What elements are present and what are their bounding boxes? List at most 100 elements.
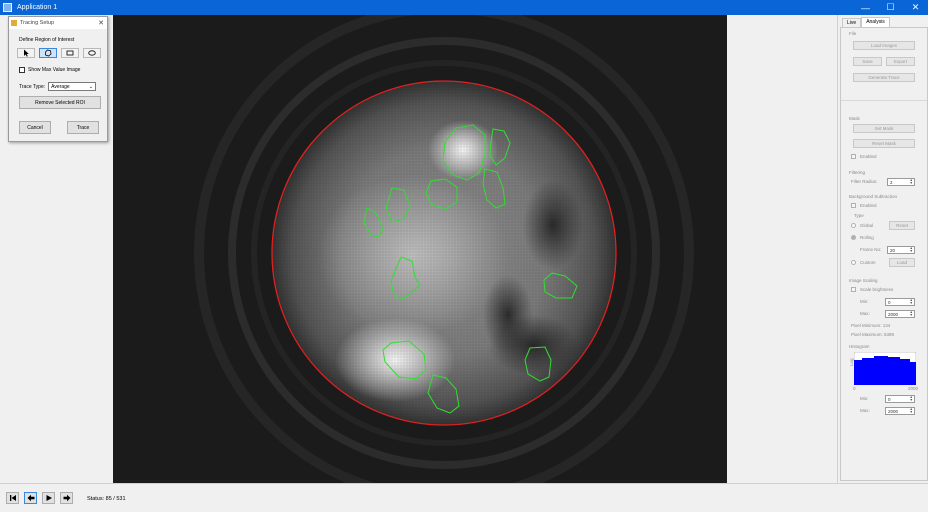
load-images-button[interactable]: Load Images: [853, 41, 915, 50]
histogram-x-min: 0: [853, 386, 856, 391]
save-button[interactable]: Save: [853, 57, 882, 66]
app-icon: [3, 3, 12, 12]
polygon-icon: [45, 49, 52, 57]
scaling-max-stepper[interactable]: 2000 ▲ ▼: [885, 310, 915, 318]
panel-tabs: Live Analysis: [842, 17, 890, 27]
rolling-radio[interactable]: [851, 235, 856, 240]
background-reset-button[interactable]: Reset: [889, 221, 915, 230]
window-title: Application 1: [17, 4, 58, 11]
ellipse-tool-button[interactable]: [83, 48, 101, 58]
frame-no-label: Frame No:: [860, 247, 882, 252]
histogram-group-label: Histogram: [849, 344, 870, 349]
histogram-max-value: 2000: [888, 408, 899, 414]
cursor-icon: [24, 49, 29, 57]
global-radio[interactable]: [851, 223, 856, 228]
playback-bar: Status: 85 / 531: [0, 483, 928, 512]
define-roi-label: Define Region of Interest: [19, 37, 75, 43]
histogram-min-stepper[interactable]: 0 ▲ ▼: [885, 395, 915, 403]
frame-no-value: 20: [890, 247, 896, 253]
generate-trace-button[interactable]: Generate Trace: [853, 73, 915, 82]
global-label: Global: [860, 223, 874, 228]
spinner-arrows-icon[interactable]: ▲ ▼: [910, 310, 913, 317]
mask-enabled-label: Enabled: [860, 154, 877, 159]
polygon-tool-button[interactable]: [39, 48, 57, 58]
trace-type-select[interactable]: Average ⌄: [48, 82, 97, 91]
trace-type-row: Trace Type: Average ⌄: [19, 82, 97, 91]
histogram-max-label: Max:: [860, 408, 870, 413]
image-viewer[interactable]: [113, 15, 727, 483]
play-icon: [46, 495, 52, 501]
spinner-arrows-icon[interactable]: ▲ ▼: [910, 246, 913, 253]
scaling-max-label: Max:: [860, 311, 870, 316]
background-load-button[interactable]: Load: [889, 258, 915, 267]
scaling-min-stepper[interactable]: 0 ▲ ▼: [885, 298, 915, 306]
background-enabled-checkbox[interactable]: [851, 203, 856, 208]
pixel-maximum-readout: Pixel Maximum: 5389: [851, 332, 895, 337]
title-bar: Application 1 — ☐ ✕: [0, 0, 928, 15]
analysis-panel: Live Analysis File Load Images Save Expo…: [837, 15, 928, 483]
rectangle-icon: [66, 50, 74, 56]
play-button[interactable]: [42, 492, 55, 504]
reset-mask-button[interactable]: Reset Mask: [853, 139, 915, 148]
spinner-arrows-icon[interactable]: ▲ ▼: [910, 298, 913, 305]
previous-frame-button[interactable]: [24, 492, 37, 504]
custom-label: Custom: [860, 260, 876, 265]
export-button[interactable]: Export: [886, 57, 915, 66]
maximize-button[interactable]: ☐: [878, 0, 903, 15]
dialog-icon: [11, 20, 17, 26]
scaling-max-value: 2000: [888, 311, 899, 317]
frame-no-stepper[interactable]: 20 ▲ ▼: [887, 246, 915, 254]
dialog-title-bar[interactable]: Tracing Setup ✕: [9, 17, 107, 29]
spinner-arrows-icon[interactable]: ▲ ▼: [910, 395, 913, 402]
rolling-label: Rolling: [860, 235, 874, 240]
set-mask-button[interactable]: Set Mask: [853, 124, 915, 133]
filtering-group-label: Filtering: [849, 170, 866, 175]
rectangle-tool-button[interactable]: [61, 48, 79, 58]
pixel-minimum-readout: Pixel Minimum: 134: [851, 323, 891, 328]
close-button[interactable]: ✕: [903, 0, 928, 15]
spinner-arrows-icon[interactable]: ▲ ▼: [910, 407, 913, 414]
file-group-label: File: [849, 31, 857, 36]
show-max-label: Show Max Value Image: [28, 67, 81, 73]
chevron-down-icon: ⌄: [88, 83, 94, 90]
spinner-arrows-icon[interactable]: ▲ ▼: [910, 178, 913, 185]
scaling-min-label: Min:: [860, 299, 869, 304]
trace-type-label: Trace Type:: [19, 83, 46, 90]
show-max-row[interactable]: Show Max Value Image: [19, 67, 80, 73]
next-frame-button[interactable]: [60, 492, 73, 504]
divider: [841, 100, 927, 101]
microscopy-image[interactable]: [113, 15, 727, 483]
first-frame-button[interactable]: [6, 492, 19, 504]
skip-back-icon: [9, 495, 16, 501]
cancel-button[interactable]: Cancel: [19, 121, 51, 134]
filter-radius-stepper[interactable]: 2 ▲ ▼: [887, 178, 915, 186]
trace-type-value: Average: [51, 83, 70, 90]
pointer-tool-button[interactable]: [17, 48, 35, 58]
histogram-bars: [854, 356, 916, 385]
scale-brightness-label: Scale brightness: [860, 287, 894, 292]
dialog-title: Tracing Setup: [20, 20, 55, 26]
custom-radio[interactable]: [851, 260, 856, 265]
histogram-max-stepper[interactable]: 2000 ▲ ▼: [885, 407, 915, 415]
tab-live[interactable]: Live: [842, 18, 862, 27]
mask-group-label: Mask: [849, 116, 860, 121]
histogram-plot: [854, 352, 916, 385]
minimize-button[interactable]: —: [853, 0, 878, 15]
type-label: Type: [854, 213, 864, 218]
remove-roi-button[interactable]: Remove Selected ROI: [19, 96, 101, 109]
histogram-x-max: 2000: [908, 386, 919, 391]
arrow-right-icon: [63, 494, 70, 502]
scaling-min-value: 0: [888, 299, 891, 305]
dialog-close-icon[interactable]: ✕: [98, 19, 104, 27]
tab-analysis[interactable]: Analysis: [861, 17, 890, 27]
scale-brightness-checkbox[interactable]: [851, 287, 856, 292]
analysis-tab-body: File Load Images Save Export Generate Tr…: [840, 27, 928, 481]
arrow-left-icon: [27, 494, 34, 502]
tracing-setup-dialog[interactable]: Tracing Setup ✕ Define Region of Interes…: [8, 16, 108, 142]
mask-enabled-checkbox[interactable]: [851, 154, 856, 159]
spacer-pane: [727, 15, 837, 483]
trace-button[interactable]: Trace: [67, 121, 99, 134]
background-enabled-label: Enabled: [860, 203, 877, 208]
ellipse-icon: [88, 50, 96, 56]
show-max-checkbox[interactable]: [19, 67, 25, 73]
